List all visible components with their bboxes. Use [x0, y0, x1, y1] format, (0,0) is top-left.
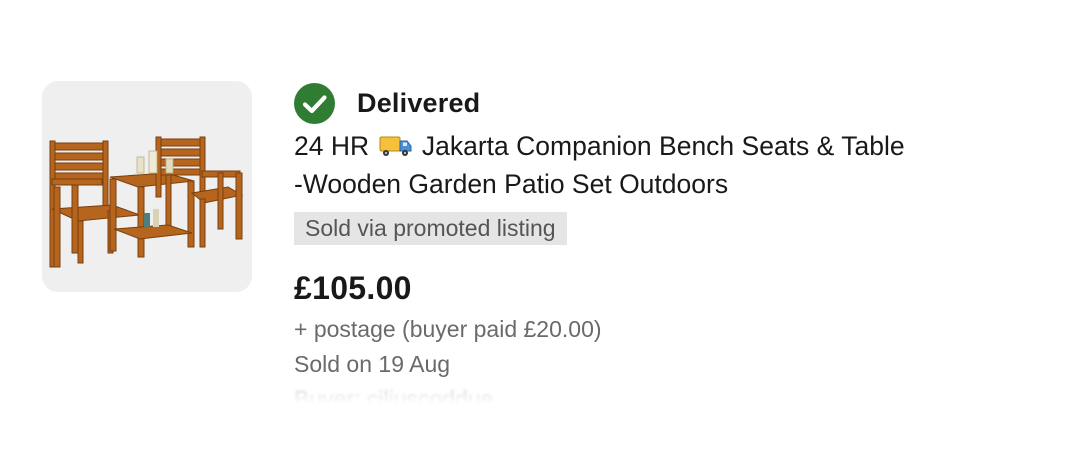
- listing-title[interactable]: 24 HR Jakarta Companion Bench Seats & Ta…: [294, 127, 994, 203]
- buyer-name: Buyer: ciliuscoddue: [294, 386, 494, 404]
- check-circle-icon: [294, 82, 335, 124]
- title-suffix: Jakarta Companion Bench Seats & Table: [421, 131, 905, 161]
- postage-info: + postage (buyer paid £20.00): [294, 316, 602, 342]
- delivery-truck-icon: [379, 136, 411, 156]
- title-line-1: 24 HR Jakarta Companion Bench Seats & Ta…: [294, 127, 994, 165]
- buyer-row: Buyer: ciliuscoddue: [294, 380, 694, 404]
- title-line-2: -Wooden Garden Patio Set Outdoors: [294, 169, 729, 199]
- delivery-status: Delivered: [294, 82, 480, 124]
- product-thumbnail[interactable]: [42, 81, 252, 292]
- promoted-listing-badge: Sold via promoted listing: [294, 212, 567, 245]
- sale-price: £105.00: [294, 270, 412, 306]
- wooden-bench-set-image: [49, 136, 244, 268]
- sold-date: Sold on 19 Aug: [294, 351, 451, 377]
- title-prefix: 24 HR: [294, 131, 370, 161]
- status-label: Delivered: [357, 87, 481, 118]
- sold-listing-card[interactable]: Delivered 24 HR Jakarta Companion Bench …: [0, 0, 1080, 475]
